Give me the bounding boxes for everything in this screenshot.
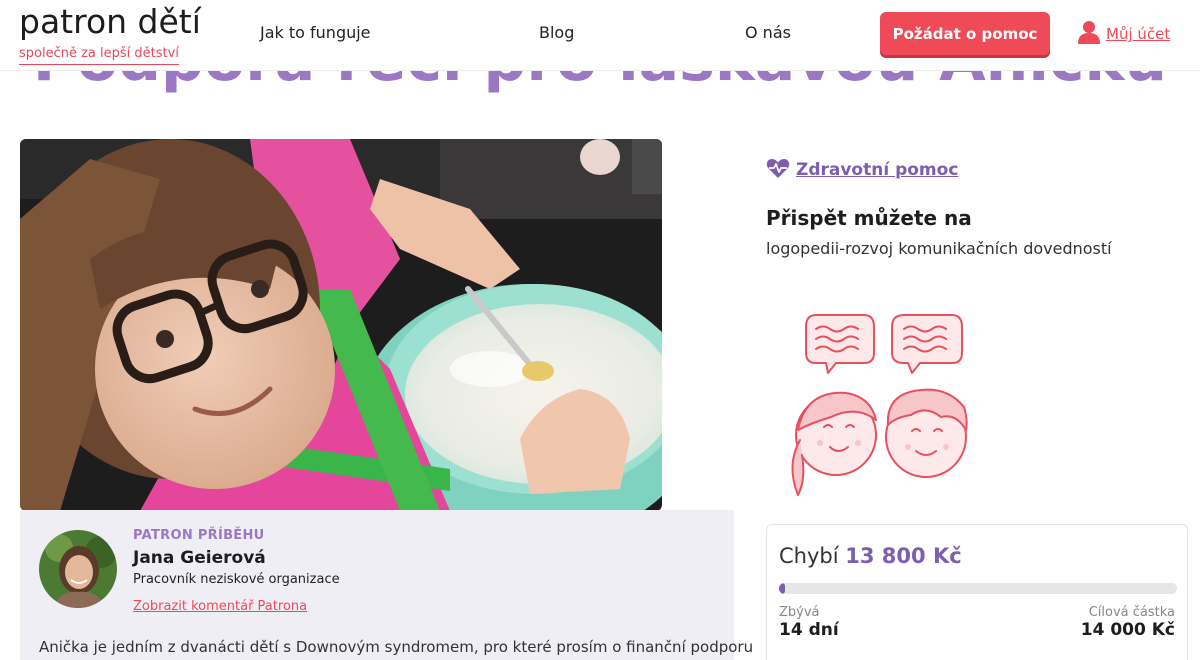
donation-summary: Chybí 13 800 Kč Zbývá 14 dní Cílová část… — [766, 524, 1188, 660]
target-value: 14 000 Kč — [1080, 620, 1175, 640]
story-photo — [20, 139, 662, 511]
missing-label: Chybí — [779, 544, 839, 568]
logo-tagline: společně za lepší dětství — [19, 46, 179, 65]
remaining-value: 14 dní — [779, 620, 839, 640]
contribute-heading: Přispět můžete na — [766, 206, 972, 230]
logo-name: patron dětí — [19, 2, 201, 41]
story-text: Anička je jedním z dvanácti dětí s Downo… — [39, 638, 754, 656]
request-help-button[interactable]: Požádat o pomoc — [880, 12, 1050, 55]
missing-amount-row: Chybí 13 800 Kč — [779, 544, 962, 568]
patron-role: Pracovník neziskové organizace — [133, 572, 340, 587]
nav-about[interactable]: O nás — [745, 23, 791, 42]
category-link[interactable]: Zdravotní pomoc — [766, 157, 958, 183]
patron-comment-link[interactable]: Zobrazit komentář Patrona — [133, 599, 307, 614]
patron-card: PATRON PŘÍBĚHU Jana Geierová Pracovník n… — [20, 510, 754, 660]
target-label: Cílová částka — [1088, 605, 1175, 620]
nav-how-it-works[interactable]: Jak to funguje — [260, 23, 371, 42]
user-icon — [1078, 20, 1100, 48]
logo[interactable]: patron dětí společně za lepší dětství — [19, 2, 201, 65]
funding-progress-bar — [779, 583, 1177, 594]
account-link[interactable]: Můj účet — [1078, 20, 1170, 48]
nav-blog[interactable]: Blog — [539, 23, 574, 42]
patron-avatar — [39, 530, 117, 608]
category-label: Zdravotní pomoc — [796, 160, 959, 180]
site-header: patron dětí společně za lepší dětství Ja… — [0, 0, 1200, 71]
patron-name: Jana Geierová — [133, 548, 266, 568]
speech-therapy-illustration — [776, 305, 986, 505]
contribute-purpose: logopedii-rozvoj komunikačních dovednost… — [766, 239, 1112, 258]
heart-pulse-icon — [766, 157, 790, 183]
account-label: Můj účet — [1106, 25, 1171, 43]
remaining-label: Zbývá — [779, 605, 820, 620]
funding-progress-fill — [779, 583, 785, 594]
missing-amount: 13 800 Kč — [845, 544, 962, 568]
patron-kicker: PATRON PŘÍBĚHU — [133, 528, 265, 543]
